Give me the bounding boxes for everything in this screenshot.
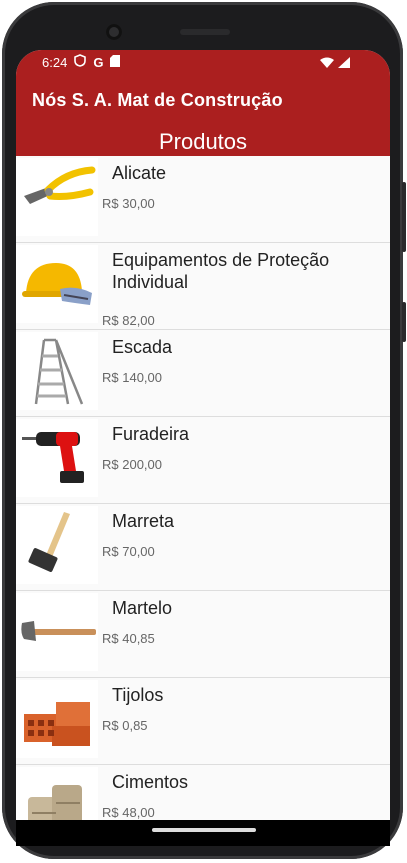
pliers-icon <box>16 158 98 236</box>
ladder-icon <box>16 332 98 410</box>
product-price: R$ 82,00 <box>102 313 155 328</box>
product-item-furadeira[interactable]: Furadeira R$ 200,00 <box>16 417 390 504</box>
product-price: R$ 140,00 <box>102 370 162 385</box>
speaker-grille <box>180 29 230 35</box>
product-name: Furadeira <box>112 424 190 444</box>
product-price: R$ 70,00 <box>102 544 155 559</box>
section-title: Produtos <box>158 129 248 154</box>
product-price: R$ 48,00 <box>102 805 155 820</box>
product-item-tijolos[interactable]: Tijolos R$ 0,85 <box>16 678 390 765</box>
sledgehammer-icon <box>16 506 98 584</box>
cement-bags-icon <box>16 767 98 820</box>
product-name: Escada <box>112 337 173 357</box>
product-name: Tijolos <box>112 685 164 705</box>
product-name: Alicate <box>112 163 167 183</box>
product-item-escada[interactable]: Escada R$ 140,00 <box>16 330 390 417</box>
helmet-icon <box>16 245 98 323</box>
drill-icon <box>16 419 98 497</box>
shield-icon <box>74 54 87 70</box>
product-name: Equipamentos de Proteção Individual <box>112 250 330 292</box>
product-name: Marreta <box>112 511 175 531</box>
product-name: Martelo <box>112 598 173 618</box>
status-bar: 6:24 G <box>16 50 390 74</box>
volume-button <box>402 182 406 252</box>
hammer-icon <box>16 593 98 671</box>
app-bar: Nós S. A. Mat de Construção <box>16 74 390 126</box>
product-item-alicate[interactable]: Alicate R$ 30,00 <box>16 156 390 243</box>
product-item-marreta[interactable]: Marreta R$ 70,00 <box>16 504 390 591</box>
product-list[interactable]: Alicate R$ 30,00 Equipamentos de Proteçã… <box>16 156 390 820</box>
home-indicator[interactable] <box>152 828 256 832</box>
power-button <box>402 302 406 342</box>
product-price: R$ 0,85 <box>102 718 148 733</box>
product-item-epi[interactable]: Equipamentos de Proteção Individual R$ 8… <box>16 243 390 330</box>
product-price: R$ 30,00 <box>102 196 155 211</box>
wifi-icon <box>320 56 334 71</box>
product-item-martelo[interactable]: Martelo R$ 40,85 <box>16 591 390 678</box>
signal-icon <box>338 56 350 71</box>
product-item-cimentos[interactable]: Cimentos R$ 48,00 <box>16 765 390 820</box>
status-time: 6:24 <box>42 54 68 70</box>
product-price: R$ 40,85 <box>102 631 155 646</box>
app-screen: 6:24 G Nós S. A. Mat de Construção Produ… <box>16 50 390 820</box>
navigation-bar <box>16 820 390 846</box>
section-header: Produtos <box>16 126 390 156</box>
google-icon: G <box>93 54 104 70</box>
product-price: R$ 200,00 <box>102 457 162 472</box>
bricks-icon <box>16 680 98 758</box>
sd-card-icon <box>110 54 121 70</box>
app-title: Nós S. A. Mat de Construção <box>32 90 283 110</box>
product-name: Cimentos <box>112 772 189 792</box>
camera-icon <box>106 24 122 40</box>
